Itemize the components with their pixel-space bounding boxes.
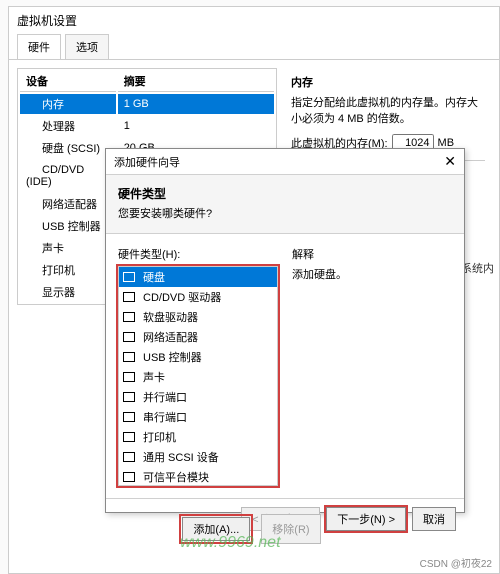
hardware-type-list[interactable]: 硬盘CD/DVD 驱动器软盘驱动器网络适配器USB 控制器声卡并行端口串行端口打… — [118, 266, 278, 486]
tab-options[interactable]: 选项 — [65, 34, 109, 59]
device-icon — [26, 222, 38, 232]
list-item[interactable]: USB 控制器 — [119, 347, 277, 367]
close-icon[interactable]: ✕ — [444, 153, 456, 170]
hw-list-label: 硬件类型(H): — [118, 246, 278, 262]
tab-hardware[interactable]: 硬件 — [17, 34, 61, 59]
list-item[interactable]: 通用 SCSI 设备 — [119, 447, 277, 467]
device-icon — [26, 165, 38, 175]
list-item[interactable]: 网络适配器 — [119, 327, 277, 347]
hw-icon — [123, 432, 135, 442]
list-item[interactable]: CD/DVD 驱动器 — [119, 287, 277, 307]
hw-icon — [123, 272, 135, 282]
list-item[interactable]: 串行端口 — [119, 407, 277, 427]
hw-icon — [123, 352, 135, 362]
device-icon — [26, 100, 38, 110]
tab-strip: 硬件 选项 — [9, 34, 499, 60]
hw-icon — [123, 392, 135, 402]
list-item[interactable]: 软盘驱动器 — [119, 307, 277, 327]
list-item[interactable]: 声卡 — [119, 367, 277, 387]
watermark: www.9969.net — [180, 534, 281, 552]
wizard-header-sub: 您要安装哪类硬件? — [118, 205, 452, 221]
device-icon — [26, 122, 38, 132]
hw-icon — [123, 332, 135, 342]
device-icon — [26, 200, 38, 210]
device-icon — [26, 288, 38, 298]
explanation-label: 解释 — [292, 246, 452, 262]
footer-credit: CSDN @初夜22 — [420, 555, 492, 570]
device-icon — [26, 144, 38, 154]
device-icon — [26, 266, 38, 276]
add-hardware-wizard: 添加硬件向导 ✕ 硬件类型 您要安装哪类硬件? 硬件类型(H): 硬盘CD/DV… — [105, 148, 465, 513]
hw-icon — [123, 292, 135, 302]
hw-icon — [123, 372, 135, 382]
wizard-title: 添加硬件向导 — [114, 154, 180, 170]
list-item[interactable]: 打印机 — [119, 427, 277, 447]
wizard-header-title: 硬件类型 — [118, 185, 452, 202]
hw-icon — [123, 312, 135, 322]
explanation-text: 添加硬盘。 — [292, 266, 452, 282]
col-device: 设备 — [20, 71, 116, 92]
hw-icon — [123, 452, 135, 462]
list-item[interactable]: 硬盘 — [119, 267, 277, 287]
list-item[interactable]: 并行端口 — [119, 387, 277, 407]
hw-icon — [123, 472, 135, 482]
list-item[interactable]: 可信平台模块 — [119, 467, 277, 486]
table-row[interactable]: 处理器1 — [20, 116, 274, 136]
col-summary: 摘要 — [118, 71, 274, 92]
memory-desc: 指定分配给此虚拟机的内存量。内存大小必须为 4 MB 的倍数。 — [291, 94, 485, 126]
window-title: 虚拟机设置 — [9, 7, 499, 34]
table-row[interactable]: 内存1 GB — [20, 94, 274, 114]
device-icon — [26, 244, 38, 254]
hw-icon — [123, 412, 135, 422]
memory-title: 内存 — [291, 74, 485, 90]
